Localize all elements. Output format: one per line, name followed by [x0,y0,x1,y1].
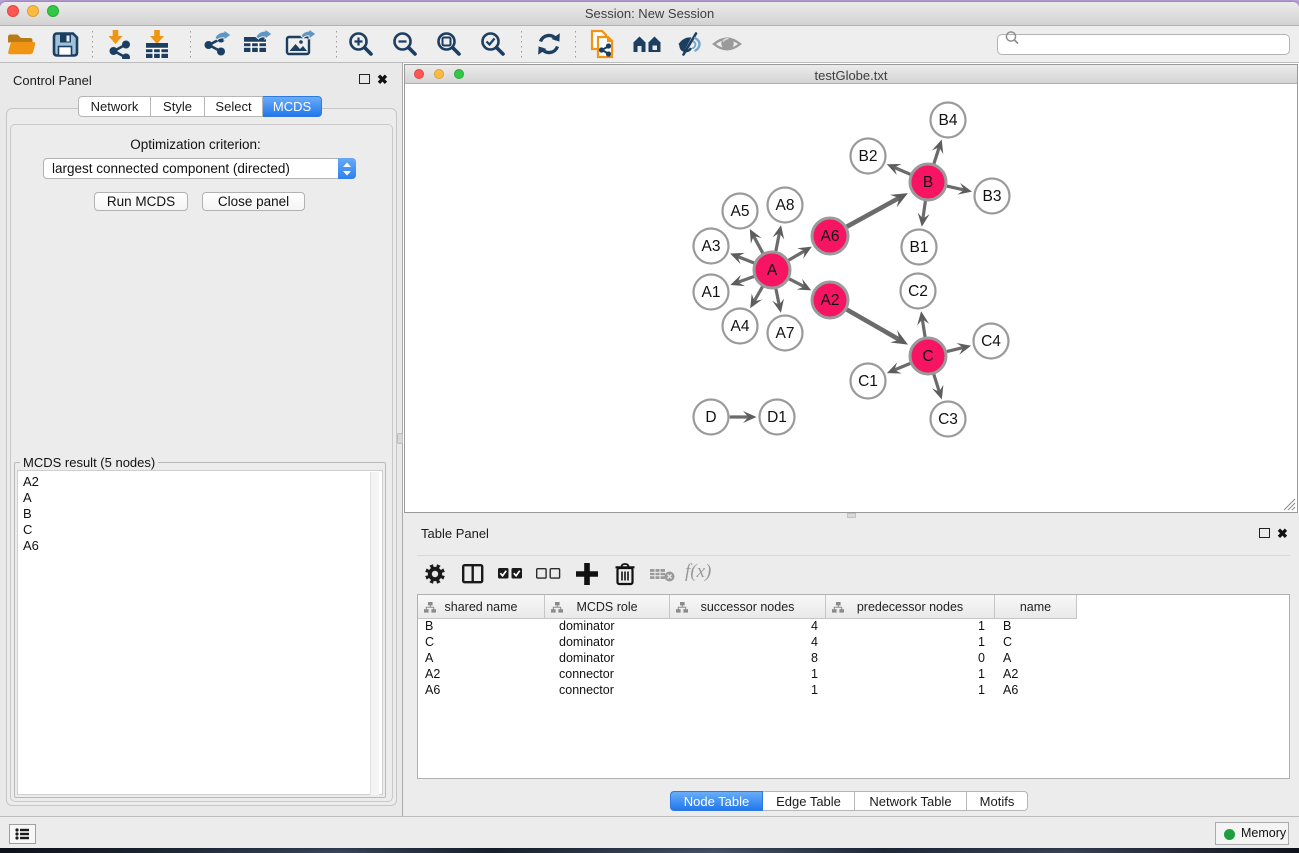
svg-text:C3: C3 [938,411,958,428]
svg-text:D: D [705,409,716,426]
svg-text:A2: A2 [821,292,840,309]
svg-text:A5: A5 [731,203,750,220]
svg-text:B: B [923,174,933,191]
svg-text:C1: C1 [858,373,878,390]
svg-text:A: A [767,262,778,279]
svg-text:A6: A6 [821,228,840,245]
svg-text:A1: A1 [702,284,721,301]
svg-text:A3: A3 [702,238,721,255]
svg-text:A8: A8 [776,197,795,214]
svg-text:B2: B2 [859,148,878,165]
svg-text:A4: A4 [731,318,750,335]
svg-text:D1: D1 [767,409,787,426]
svg-text:B1: B1 [910,239,929,256]
svg-text:C: C [922,348,933,365]
svg-text:B3: B3 [983,188,1002,205]
svg-text:C2: C2 [908,283,928,300]
svg-text:B4: B4 [939,112,958,129]
svg-text:C4: C4 [981,333,1001,350]
svg-text:A7: A7 [776,325,795,342]
